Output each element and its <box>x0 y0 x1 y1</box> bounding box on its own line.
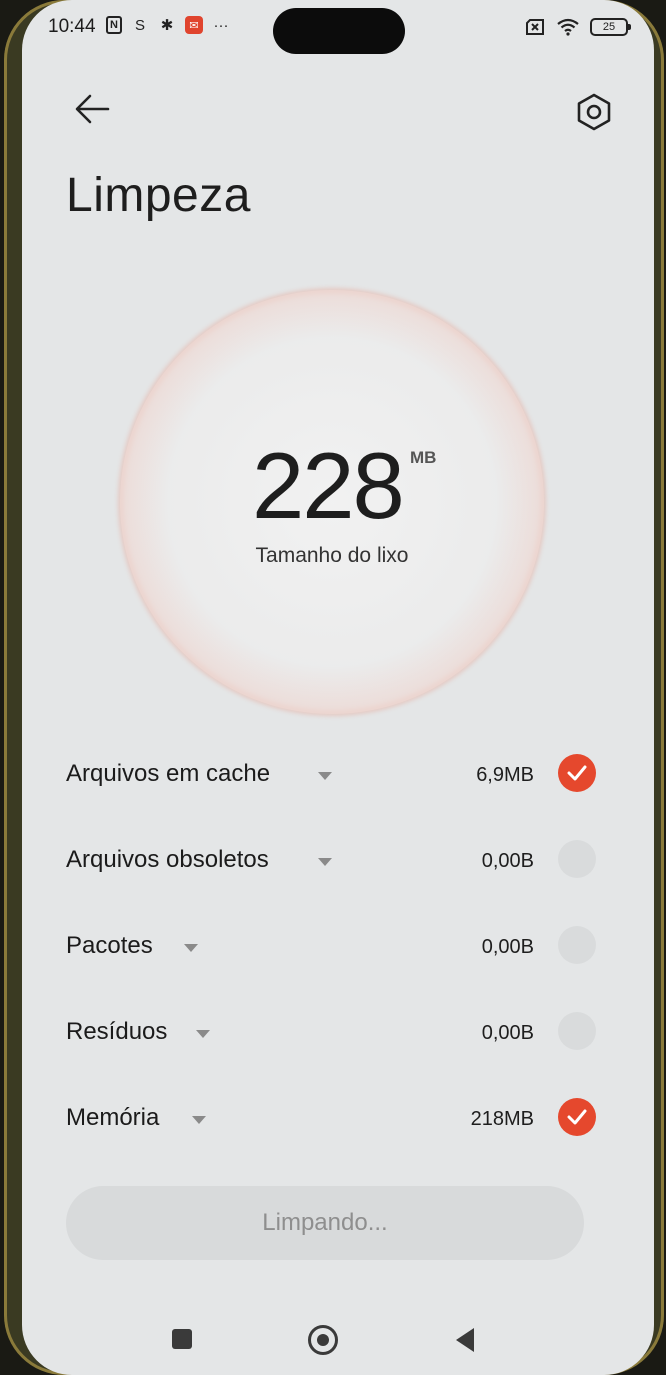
junk-size-label: Tamanho do lixo <box>255 544 409 567</box>
settings-icon[interactable] <box>572 90 616 134</box>
category-size: 0,00B <box>481 936 534 958</box>
category-label: Resíduos <box>66 1018 168 1045</box>
chevron-down-icon[interactable] <box>318 858 332 866</box>
status-icons-right: 25 <box>524 18 631 36</box>
junk-size-value: 228 <box>252 433 405 538</box>
checkbox-unchecked-icon[interactable] <box>558 840 596 878</box>
s-icon: S <box>134 16 145 34</box>
category-size: 218MB <box>470 1108 534 1130</box>
page-title: Limpeza <box>66 169 251 222</box>
recents-icon[interactable] <box>172 1329 192 1349</box>
status-icons-left: N S ✱ ✉ ··· <box>106 16 230 34</box>
app-notification-icon: ✉ <box>185 16 203 34</box>
chevron-down-icon[interactable] <box>184 944 198 952</box>
checkbox-unchecked-icon[interactable] <box>558 926 596 964</box>
checkbox-checked-icon[interactable] <box>558 754 596 792</box>
category-row-cache[interactable]: Arquivos em cache 6,9MB <box>66 750 596 800</box>
battery-icon: 25 <box>590 18 631 36</box>
category-row-residues[interactable]: Resíduos 0,00B <box>66 1008 596 1058</box>
category-row-packages[interactable]: Pacotes 0,00B <box>66 922 596 972</box>
junk-size-unit: MB <box>410 448 437 467</box>
category-row-obsolete[interactable]: Arquivos obsoletos 0,00B <box>66 836 596 886</box>
category-size: 6,9MB <box>476 764 534 786</box>
category-size: 0,00B <box>481 850 534 872</box>
checkbox-checked-icon[interactable] <box>558 1098 596 1136</box>
category-label: Arquivos em cache <box>66 760 271 787</box>
category-size: 0,00B <box>481 1022 534 1044</box>
wifi-icon <box>557 18 579 36</box>
back-arrow-icon[interactable] <box>70 86 116 132</box>
sim-off-icon <box>526 19 544 35</box>
camera-notch <box>273 8 405 54</box>
gear-icon: ✱ <box>160 17 174 34</box>
navigation-bar <box>22 1312 654 1368</box>
home-icon[interactable] <box>308 1325 338 1355</box>
chevron-down-icon[interactable] <box>196 1030 210 1038</box>
chevron-down-icon[interactable] <box>192 1116 206 1124</box>
checkbox-unchecked-icon[interactable] <box>558 1012 596 1050</box>
category-row-memory[interactable]: Memória 218MB <box>66 1094 596 1144</box>
nfc-icon: N <box>106 16 122 34</box>
back-triangle-icon[interactable] <box>456 1328 474 1352</box>
category-label: Arquivos obsoletos <box>66 846 269 873</box>
chevron-down-icon[interactable] <box>318 772 332 780</box>
status-bar: 10:44 N S ✱ ✉ ··· 25 <box>22 0 654 58</box>
category-label: Pacotes <box>66 932 153 959</box>
cleaning-button[interactable]: Limpando... <box>66 1186 584 1260</box>
status-time: 10:44 <box>48 16 96 37</box>
more-dots-icon: ··· <box>213 16 229 34</box>
category-label: Memória <box>66 1104 160 1131</box>
screen: 10:44 N S ✱ ✉ ··· 25 Limpeza 228 MB Tama… <box>22 0 654 1375</box>
